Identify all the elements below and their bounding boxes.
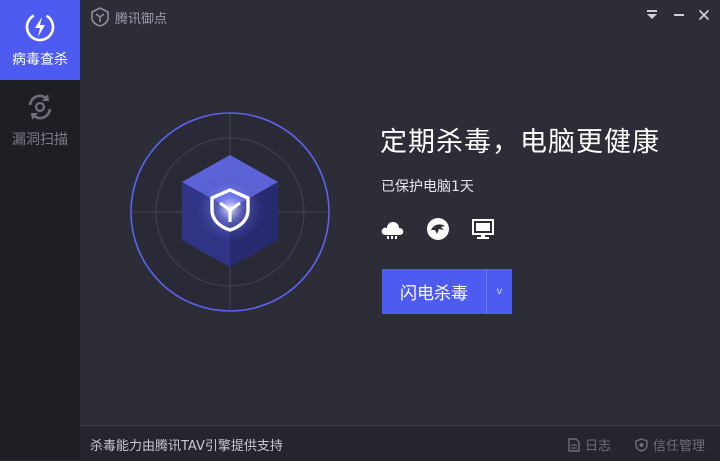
chevron-down-icon: v bbox=[496, 286, 503, 297]
trust-label: 信任管理 bbox=[653, 439, 706, 454]
sidebar-item-label: 漏洞扫描 bbox=[12, 132, 68, 148]
main-panel: 腾讯御点 定期杀毒，电脑更健康 已保护电脑1天 闪电杀毒 v 杀毒能力由腾讯TA… bbox=[80, 0, 720, 461]
minimize-button[interactable] bbox=[668, 4, 690, 26]
footer: 杀毒能力由腾讯TAV引擎提供支持 日志 信任管理 bbox=[80, 425, 720, 461]
quick-scan-button[interactable]: 闪电杀毒 bbox=[382, 269, 486, 314]
title-bar: 腾讯御点 bbox=[80, 0, 720, 34]
sidebar-item-virus-scan[interactable]: 病毒查杀 bbox=[0, 0, 80, 80]
document-icon bbox=[568, 437, 580, 452]
trust-management-link[interactable]: 信任管理 bbox=[635, 435, 705, 454]
eagle-icon[interactable] bbox=[425, 216, 451, 242]
shield-icon bbox=[635, 437, 648, 452]
sidebar-item-vulnerability-scan[interactable]: 漏洞扫描 bbox=[0, 80, 80, 160]
quick-scan-button-group: 闪电杀毒 v bbox=[382, 269, 512, 314]
minimize-icon bbox=[674, 14, 684, 16]
close-button[interactable] bbox=[693, 4, 715, 26]
monitor-icon[interactable] bbox=[470, 216, 496, 242]
app-logo-icon bbox=[91, 7, 109, 27]
log-link[interactable]: 日志 bbox=[568, 435, 611, 454]
engine-info-text: 杀毒能力由腾讯TAV引擎提供支持 bbox=[90, 439, 283, 454]
refresh-icon bbox=[28, 94, 52, 120]
sidebar: 病毒查杀 漏洞扫描 bbox=[0, 0, 80, 460]
close-icon bbox=[698, 9, 710, 21]
protection-days-text: 已保护电脑1天 bbox=[381, 179, 474, 195]
menu-button[interactable] bbox=[641, 4, 663, 26]
protection-radar bbox=[130, 112, 330, 312]
scan-options-dropdown[interactable]: v bbox=[487, 269, 512, 314]
log-label: 日志 bbox=[585, 439, 612, 454]
cloud-icon[interactable] bbox=[379, 216, 405, 242]
headline: 定期杀毒，电脑更健康 bbox=[380, 127, 660, 158]
sidebar-item-label: 病毒查杀 bbox=[12, 52, 68, 68]
app-title: 腾讯御点 bbox=[115, 12, 168, 27]
menu-icon bbox=[647, 10, 657, 19]
lightning-icon bbox=[25, 12, 55, 42]
